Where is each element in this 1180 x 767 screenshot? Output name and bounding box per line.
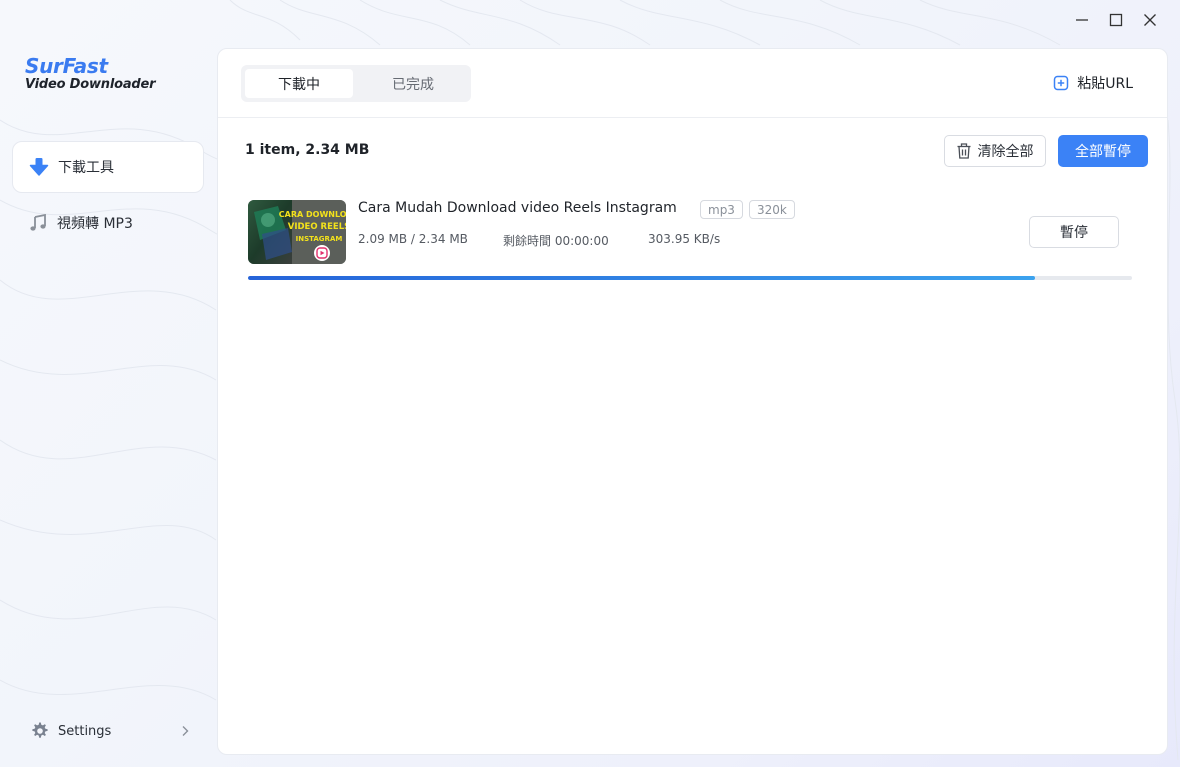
thumbnail-text-line: VIDEO REELS bbox=[288, 222, 346, 232]
thumbnail-text-line: INSTAGRAM bbox=[296, 235, 343, 243]
logo-title: SurFast bbox=[25, 54, 108, 78]
paste-url-label: 粘貼URL bbox=[1077, 76, 1133, 92]
plus-square-icon bbox=[1053, 75, 1069, 91]
download-speed: 303.95 KB/s bbox=[648, 232, 721, 246]
download-summary: 1 item, 2.34 MB bbox=[245, 142, 370, 158]
clear-all-label: 清除全部 bbox=[977, 144, 1034, 160]
tab-downloading[interactable]: 下載中 bbox=[245, 69, 353, 98]
pause-all-button[interactable]: 全部暫停 bbox=[1058, 135, 1148, 167]
video-thumbnail: CARA DOWNLOAD VIDEO REELS INSTAGRAM bbox=[248, 200, 346, 264]
sidebar-item-label: 下載工具 bbox=[58, 160, 114, 176]
top-bar: 下載中 已完成 粘貼URL bbox=[218, 49, 1167, 118]
status-tabs: 下載中 已完成 bbox=[241, 65, 471, 102]
minimize-button[interactable] bbox=[1076, 14, 1088, 26]
main-panel: 下載中 已完成 粘貼URL 1 item, 2.34 MB 清除全部 全部暫停 bbox=[217, 48, 1168, 755]
close-icon bbox=[1144, 14, 1156, 26]
format-badge: mp3 bbox=[700, 200, 743, 219]
thumbnail-text-line: CARA DOWNLOAD bbox=[279, 210, 346, 219]
sidebar-item-downloader[interactable]: 下載工具 bbox=[12, 141, 204, 193]
app-logo: SurFast Video Downloader bbox=[25, 54, 156, 92]
clear-all-button[interactable]: 清除全部 bbox=[944, 135, 1046, 167]
downloaded-size: 2.09 MB / 2.34 MB bbox=[358, 232, 468, 246]
progress-bar bbox=[248, 276, 1132, 280]
minimize-icon bbox=[1076, 19, 1088, 21]
sidebar-item-video-to-mp3[interactable]: 視頻轉 MP3 bbox=[12, 197, 204, 249]
logo-subtitle: Video Downloader bbox=[25, 77, 156, 92]
tab-completed[interactable]: 已完成 bbox=[359, 69, 467, 98]
remaining-time: 剩餘時間 00:00:00 bbox=[503, 234, 609, 248]
close-button[interactable] bbox=[1144, 14, 1156, 26]
download-item: CARA DOWNLOAD VIDEO REELS INSTAGRAM Cara… bbox=[248, 200, 1132, 282]
maximize-icon bbox=[1109, 13, 1123, 27]
sidebar-item-label: 視頻轉 MP3 bbox=[57, 216, 133, 232]
settings-label: Settings bbox=[58, 723, 112, 739]
download-arrow-icon bbox=[29, 157, 49, 177]
chevron-right-icon bbox=[182, 726, 189, 736]
video-title: Cara Mudah Download video Reels Instagra… bbox=[358, 200, 677, 216]
maximize-button[interactable] bbox=[1109, 13, 1123, 27]
gear-icon bbox=[32, 722, 48, 738]
settings-button[interactable]: Settings bbox=[30, 720, 190, 742]
bitrate-badge: 320k bbox=[749, 200, 795, 219]
sidebar: SurFast Video Downloader 下載工具 視頻轉 MP3 Se… bbox=[0, 0, 217, 767]
trash-icon bbox=[957, 143, 970, 159]
progress-fill bbox=[248, 276, 1035, 280]
pause-button[interactable]: 暫停 bbox=[1029, 216, 1119, 248]
window-controls bbox=[1076, 13, 1156, 27]
music-note-icon bbox=[28, 213, 48, 233]
paste-url-button[interactable]: 粘貼URL bbox=[1053, 73, 1133, 93]
